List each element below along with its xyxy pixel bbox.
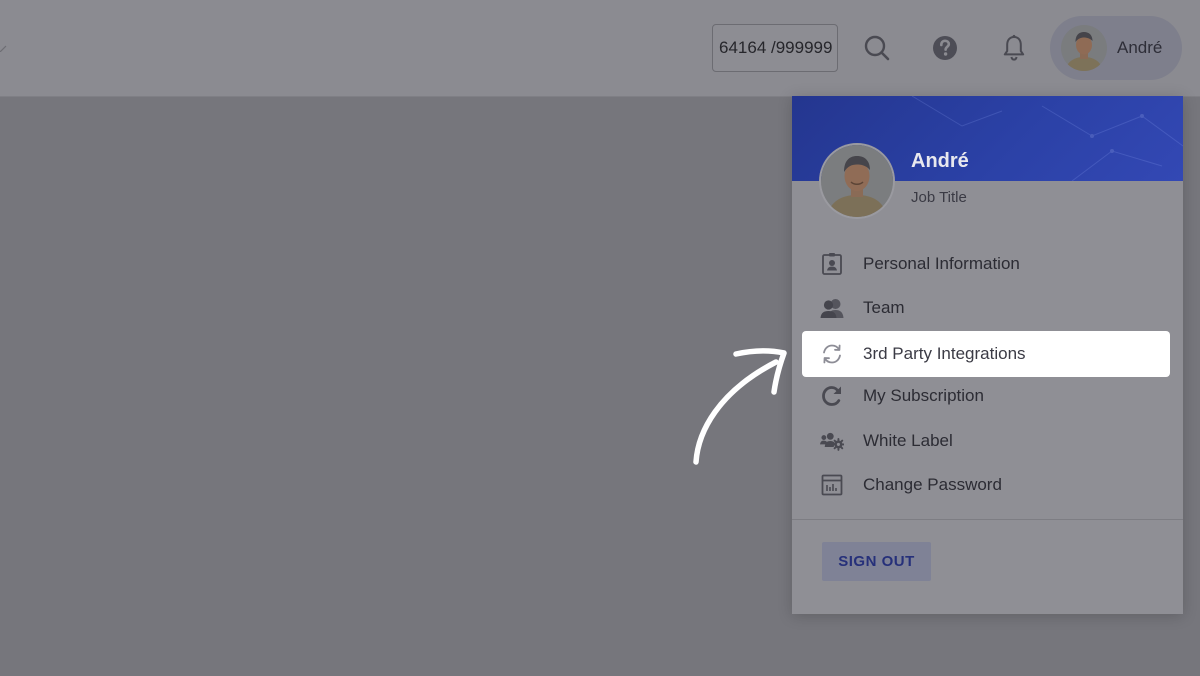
- team-icon: [820, 296, 844, 320]
- menu-item-team[interactable]: Team: [802, 285, 1170, 331]
- user-dropdown-menu: André Job Title Personal Information Tea…: [792, 96, 1183, 614]
- notifications-button[interactable]: [999, 33, 1029, 63]
- menu-item-personal-information[interactable]: Personal Information: [802, 241, 1170, 287]
- menu-item-label: My Subscription: [863, 386, 984, 405]
- search-button[interactable]: [862, 33, 892, 63]
- menu-item-label: Personal Information: [863, 254, 1020, 273]
- help-icon: [933, 36, 957, 60]
- sign-out-button[interactable]: SIGN OUT: [822, 542, 931, 581]
- menu-item-3rd-party-integrations[interactable]: 3rd Party Integrations: [802, 331, 1170, 377]
- menu-item-my-subscription[interactable]: My Subscription: [802, 373, 1170, 419]
- profile-name: André: [911, 150, 969, 172]
- menu-item-change-password[interactable]: Change Password: [802, 462, 1170, 508]
- help-button[interactable]: [930, 33, 960, 63]
- menu-item-label: Team: [863, 298, 905, 317]
- sync-icon: [820, 342, 844, 366]
- user-photo-icon: [821, 145, 893, 217]
- avatar: [1061, 25, 1107, 71]
- user-menu-toggle[interactable]: André: [1050, 16, 1182, 80]
- menu-item-label: White Label: [863, 431, 953, 450]
- users-cog-icon: [820, 429, 844, 453]
- credits-counter-text: 64164 /999999: [719, 38, 833, 57]
- menu-item-label: Change Password: [863, 475, 1002, 494]
- user-photo-icon: [1061, 25, 1107, 71]
- menu-item-label: 3rd Party Integrations: [863, 344, 1026, 363]
- menu-item-white-label[interactable]: White Label: [802, 418, 1170, 464]
- menu-divider: [792, 519, 1183, 520]
- search-icon: [864, 35, 890, 61]
- calendar-grid-icon: [820, 473, 844, 497]
- profile-avatar: [821, 145, 893, 217]
- credits-counter[interactable]: 64164 /999999: [712, 24, 838, 72]
- bell-icon: [1003, 34, 1025, 61]
- user-name: André: [1117, 38, 1163, 57]
- top-navigation-bar: 64164 /999999 André: [0, 0, 1200, 97]
- annotation-arrow-icon: [693, 348, 787, 465]
- redo-icon: [820, 384, 844, 408]
- id-card-icon: [820, 252, 844, 276]
- profile-job-title: Job Title: [911, 189, 967, 206]
- breadcrumb-chevron-icon: [0, 45, 7, 52]
